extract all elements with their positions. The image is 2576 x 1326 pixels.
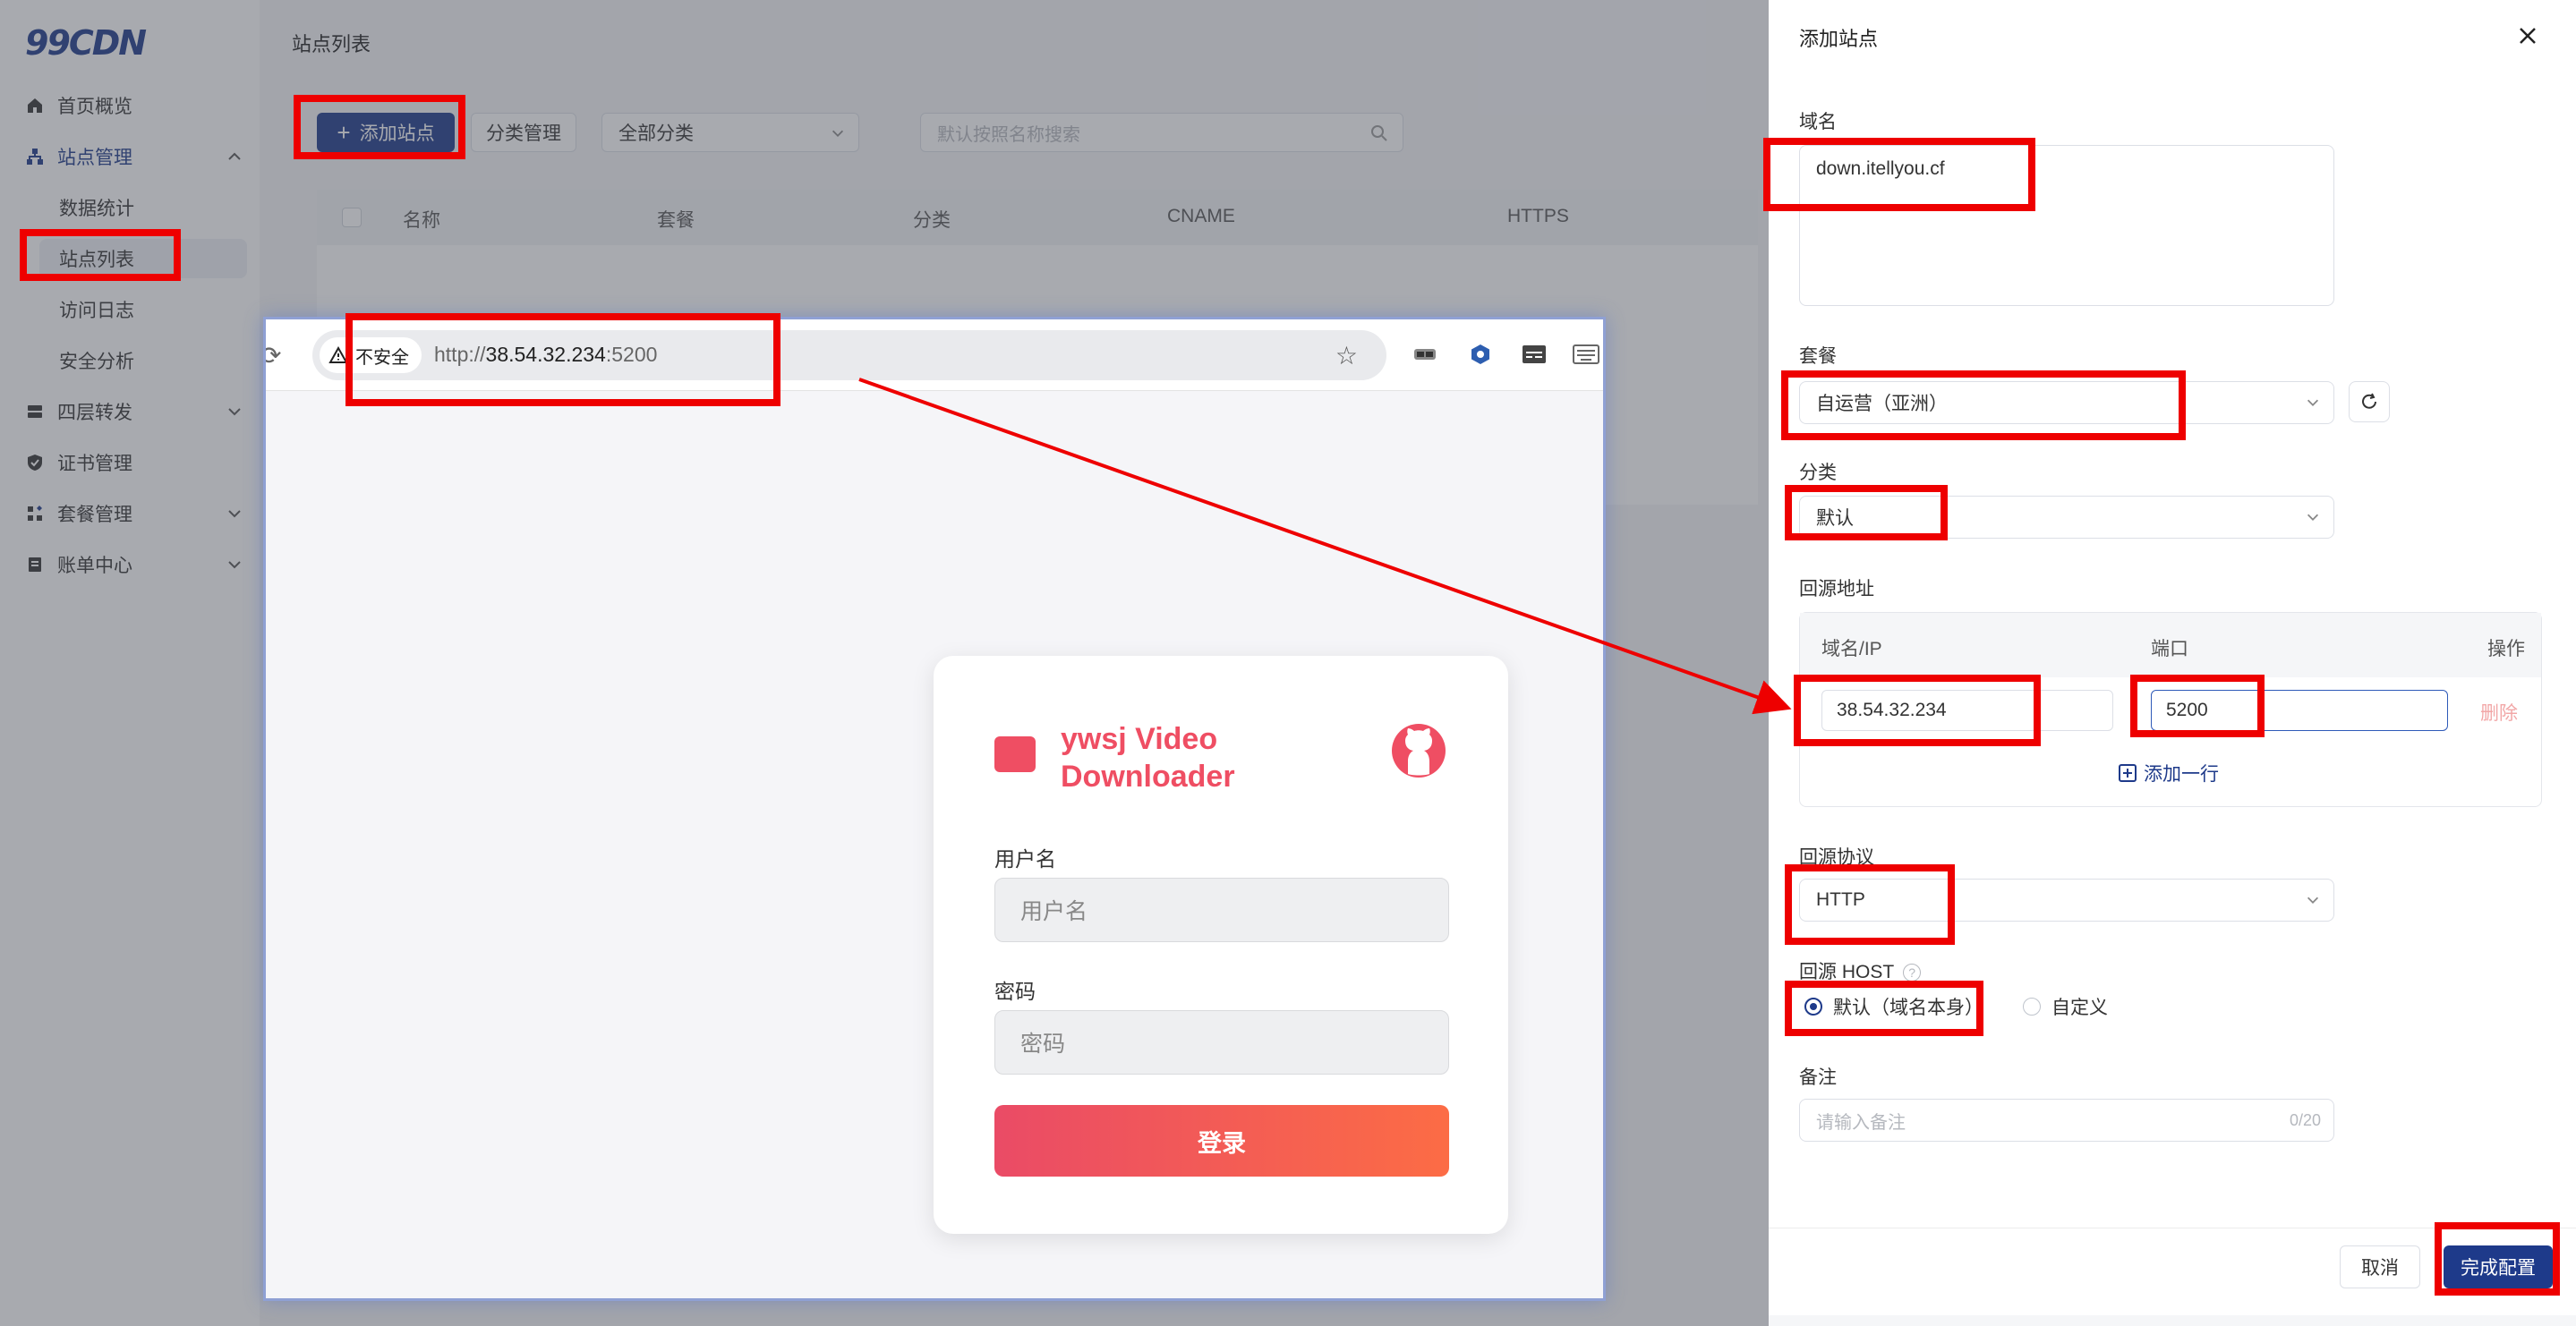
protocol-value: HTTP [1816, 889, 1865, 910]
host-radio-group: 默认（域名本身） 自定义 [1804, 993, 2108, 1020]
url-text: http://38.54.32.234:5200 [434, 343, 658, 366]
browser-toolbar: ⟳ 不安全 http://38.54.32.234:5200 ☆ [266, 319, 1603, 391]
extension-glasses-icon[interactable] [1410, 339, 1440, 370]
origin-col-action: 操作 [2487, 639, 2525, 659]
add-row-label: 添加一行 [2144, 764, 2219, 785]
refresh-plans-button[interactable] [2349, 381, 2390, 422]
tv-icon [994, 736, 1036, 772]
username-input[interactable]: 用户名 [994, 878, 1449, 942]
protocol-label: 回源协议 [1799, 847, 1874, 868]
address-bar[interactable]: 不安全 http://38.54.32.234:5200 ☆ [312, 330, 1386, 380]
reload-icon[interactable]: ⟳ [266, 341, 281, 370]
chevron-down-icon [2307, 897, 2319, 904]
plan-value: 自运营（亚洲） [1816, 394, 1948, 414]
host-custom-radio[interactable] [2023, 998, 2041, 1016]
login-button[interactable]: 登录 [994, 1105, 1449, 1177]
category-select[interactable]: 默认 [1799, 496, 2334, 539]
origin-label: 回源地址 [1799, 579, 1874, 599]
domain-label: 域名 [1799, 112, 1837, 132]
plus-square-icon [2119, 764, 2137, 782]
add-site-drawer: 添加站点 域名 down.itellyou.cf 套餐 自运营（亚洲） 分类 默… [1769, 0, 2576, 1315]
github-icon[interactable] [1390, 722, 1447, 779]
host-label: 回源 HOST? [1799, 957, 1922, 984]
category-label: 分类 [1799, 463, 1837, 483]
cancel-button[interactable]: 取消 [2340, 1245, 2420, 1288]
origin-port-value: 5200 [2166, 700, 2208, 720]
host-default-label[interactable]: 默认（域名本身） [1833, 993, 1983, 1020]
origin-col-host: 域名/IP [1821, 639, 1882, 659]
domain-textarea[interactable]: down.itellyou.cf [1799, 145, 2334, 306]
insecure-badge[interactable]: 不安全 [320, 337, 422, 373]
bookmark-star-icon[interactable]: ☆ [1335, 341, 1358, 370]
finish-config-button[interactable]: 完成配置 [2444, 1245, 2553, 1288]
close-icon[interactable] [2513, 21, 2542, 50]
host-custom-label[interactable]: 自定义 [2051, 993, 2108, 1020]
drawer-title: 添加站点 [1799, 28, 1879, 50]
remark-placeholder: 请输入备注 [1816, 1112, 1906, 1133]
password-label: 密码 [994, 980, 1036, 1003]
login-card: ywsj Video Downloader 用户名 用户名 密码 密码 登录 [934, 656, 1508, 1234]
host-default-radio[interactable] [1804, 998, 1822, 1016]
category-value: 默认 [1816, 508, 1854, 529]
login-title: ywsj Video Downloader [1061, 722, 1235, 794]
plan-label: 套餐 [1799, 346, 1837, 367]
username-label: 用户名 [994, 847, 1056, 871]
origin-ip-input[interactable]: 38.54.32.234 [1821, 690, 2113, 731]
origin-port-input[interactable]: 5200 [2151, 690, 2448, 731]
origin-table: 域名/IP 端口 操作 38.54.32.234 5200 删除 添加一行 [1799, 612, 2542, 807]
remark-label: 备注 [1799, 1067, 1837, 1088]
browser-screenshot: ⟳ 不安全 http://38.54.32.234:5200 ☆ ywsj Vi… [263, 317, 1606, 1301]
chevron-down-icon [2307, 399, 2319, 406]
extension-hex-icon[interactable] [1465, 339, 1496, 370]
warning-icon [328, 346, 348, 363]
help-icon[interactable]: ? [1903, 964, 1922, 982]
extension-keyboard-icon[interactable] [1571, 339, 1601, 370]
protocol-select[interactable]: HTTP [1799, 879, 2334, 922]
password-input[interactable]: 密码 [994, 1010, 1449, 1075]
origin-ip-value: 38.54.32.234 [1837, 700, 1947, 720]
origin-col-port: 端口 [2151, 639, 2188, 659]
host-label-text: 回源 HOST [1799, 962, 1895, 982]
domain-value: down.itellyou.cf [1816, 158, 1945, 179]
plan-select[interactable]: 自运营（亚洲） [1799, 381, 2334, 424]
delete-row-link[interactable]: 删除 [2480, 699, 2518, 726]
refresh-icon [2362, 393, 2376, 409]
remark-char-count: 0/20 [2289, 1111, 2321, 1129]
username-placeholder: 用户名 [1020, 899, 1088, 924]
chevron-down-icon [2307, 514, 2319, 521]
add-row-button[interactable]: 添加一行 [2119, 760, 2219, 786]
password-placeholder: 密码 [1020, 1032, 1066, 1057]
insecure-label: 不安全 [355, 347, 409, 368]
extension-subtitle-icon[interactable] [1519, 339, 1549, 370]
origin-table-header: 域名/IP 端口 操作 [1800, 613, 2541, 677]
remark-input[interactable]: 请输入备注 0/20 [1799, 1099, 2334, 1142]
